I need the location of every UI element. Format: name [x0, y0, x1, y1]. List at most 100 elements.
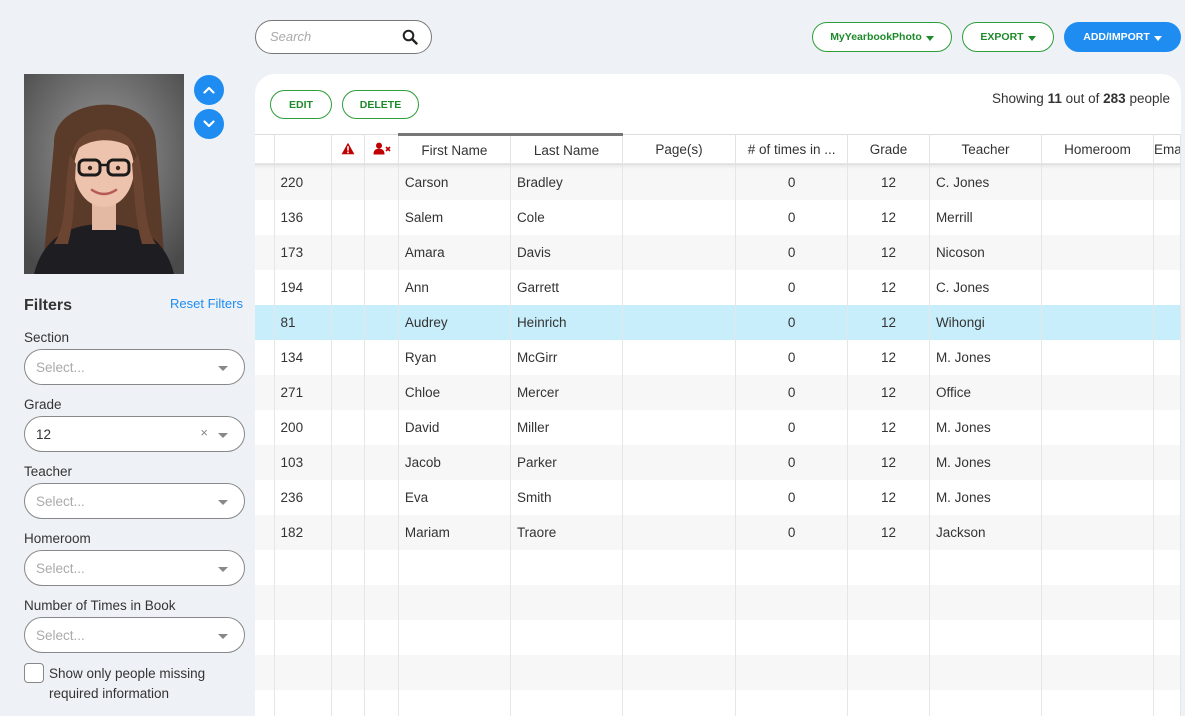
cell-empty [331, 549, 366, 585]
cell-empty [735, 689, 849, 716]
cell-empty [1153, 619, 1181, 655]
cell-empty [364, 689, 399, 716]
cell-times-in-book: 0 [735, 164, 849, 200]
column-header-missing-person[interactable] [364, 134, 399, 165]
cell-homeroom [1041, 444, 1155, 480]
delete-button[interactable]: DELETE [342, 90, 419, 119]
cell-last-name: Mercer [510, 374, 623, 410]
cell-id: 236 [274, 479, 332, 515]
cell-empty [929, 689, 1042, 716]
grade-label: Grade [24, 397, 62, 412]
teacher-select-value: Select... [36, 494, 85, 509]
cell-empty [735, 654, 849, 690]
previous-person-button[interactable] [194, 75, 224, 105]
cell-first-name: Ryan [398, 339, 511, 375]
cell-empty [274, 689, 332, 716]
table-row[interactable]: 220 Carson Bradley 0 12 C. Jones [255, 164, 1181, 200]
export-button[interactable]: EXPORT [962, 22, 1054, 52]
showing-count-value: 11 [1047, 91, 1062, 106]
column-header-pages[interactable]: Page(s) [622, 134, 737, 165]
cell-grade: 12 [847, 304, 930, 340]
column-header-id[interactable] [274, 134, 332, 165]
column-header-first-name[interactable]: First Name [398, 133, 511, 165]
cell-empty [331, 654, 366, 690]
table-row[interactable]: 271 Chloe Mercer 0 12 Office [255, 374, 1181, 410]
edit-button[interactable]: EDIT [270, 90, 332, 119]
column-header-warning[interactable] [331, 134, 366, 165]
table-row[interactable]: 194 Ann Garrett 0 12 C. Jones [255, 269, 1181, 305]
cell-times-in-book: 0 [735, 514, 849, 550]
table-row[interactable]: 134 Ryan McGirr 0 12 M. Jones [255, 339, 1181, 375]
cell-warning [331, 339, 366, 375]
cell-last-name: Traore [510, 514, 623, 550]
column-header-teacher[interactable]: Teacher [929, 134, 1042, 165]
times-in-book-select[interactable]: Select... [24, 617, 245, 653]
cell-times-in-book: 0 [735, 409, 849, 445]
cell-teacher: Merrill [929, 199, 1042, 235]
cell-empty [274, 549, 332, 585]
cell-id: 173 [274, 234, 332, 270]
cell-missing [364, 304, 399, 340]
cell-empty [510, 654, 623, 690]
student-photo [24, 74, 184, 274]
cell-times-in-book: 0 [735, 339, 849, 375]
table-row[interactable]: 81 Audrey Heinrich 0 12 Wihongi [255, 304, 1181, 340]
cell-empty [255, 549, 275, 585]
empty-table-row [255, 584, 1181, 620]
grade-select[interactable]: 12 × [24, 416, 245, 452]
search-icon[interactable] [402, 29, 418, 45]
column-header-times-in-book[interactable]: # of times in ... [735, 134, 849, 165]
missing-info-checkbox[interactable] [24, 663, 44, 683]
clear-icon[interactable]: × [200, 425, 208, 440]
column-header-grade[interactable]: Grade [847, 134, 930, 165]
caret-down-icon [925, 35, 934, 41]
search-box[interactable] [255, 20, 432, 54]
cell-warning [331, 409, 366, 445]
cell-teacher: M. Jones [929, 339, 1042, 375]
cell-homeroom [1041, 339, 1155, 375]
cell-blank [255, 444, 275, 480]
column-header-last-name[interactable]: Last Name [510, 133, 623, 165]
column-header-email[interactable]: Email [1153, 134, 1181, 165]
teacher-select[interactable]: Select... [24, 483, 245, 519]
table-row[interactable]: 136 Salem Cole 0 12 Merrill [255, 199, 1181, 235]
cell-homeroom [1041, 514, 1155, 550]
cell-homeroom [1041, 164, 1155, 200]
cell-times-in-book: 0 [735, 234, 849, 270]
cell-email [1153, 269, 1181, 305]
cell-pages [622, 409, 737, 445]
table-row[interactable]: 200 David Miller 0 12 M. Jones [255, 409, 1181, 445]
cell-empty [255, 619, 275, 655]
section-select[interactable]: Select... [24, 349, 245, 385]
caret-down-icon [1153, 35, 1162, 41]
cell-blank [255, 374, 275, 410]
cell-missing [364, 479, 399, 515]
cell-teacher: M. Jones [929, 409, 1042, 445]
cell-teacher: C. Jones [929, 164, 1042, 200]
cell-empty [255, 689, 275, 716]
table-row[interactable]: 173 Amara Davis 0 12 Nicoson [255, 234, 1181, 270]
cell-empty [847, 654, 930, 690]
homeroom-select[interactable]: Select... [24, 550, 245, 586]
empty-table-row [255, 619, 1181, 655]
table-row[interactable]: 236 Eva Smith 0 12 M. Jones [255, 479, 1181, 515]
cell-empty [331, 689, 366, 716]
cell-last-name: Garrett [510, 269, 623, 305]
cell-warning [331, 444, 366, 480]
add-import-button[interactable]: ADD/IMPORT [1064, 22, 1181, 52]
cell-homeroom [1041, 374, 1155, 410]
cell-missing [364, 444, 399, 480]
table-row[interactable]: 182 Mariam Traore 0 12 Jackson [255, 514, 1181, 550]
cell-teacher: Jackson [929, 514, 1042, 550]
warning-icon [341, 142, 355, 154]
cell-warning [331, 234, 366, 270]
cell-warning [331, 479, 366, 515]
next-person-button[interactable] [194, 109, 224, 139]
column-header-homeroom[interactable]: Homeroom [1041, 134, 1155, 165]
table-row[interactable]: 103 Jacob Parker 0 12 M. Jones [255, 444, 1181, 480]
search-input[interactable] [270, 29, 400, 44]
myyearbookphoto-button[interactable]: MyYearbookPhoto [812, 22, 952, 52]
reset-filters-link[interactable]: Reset Filters [170, 296, 243, 311]
cell-empty [1153, 689, 1181, 716]
showing-suffix: people [1129, 91, 1170, 106]
